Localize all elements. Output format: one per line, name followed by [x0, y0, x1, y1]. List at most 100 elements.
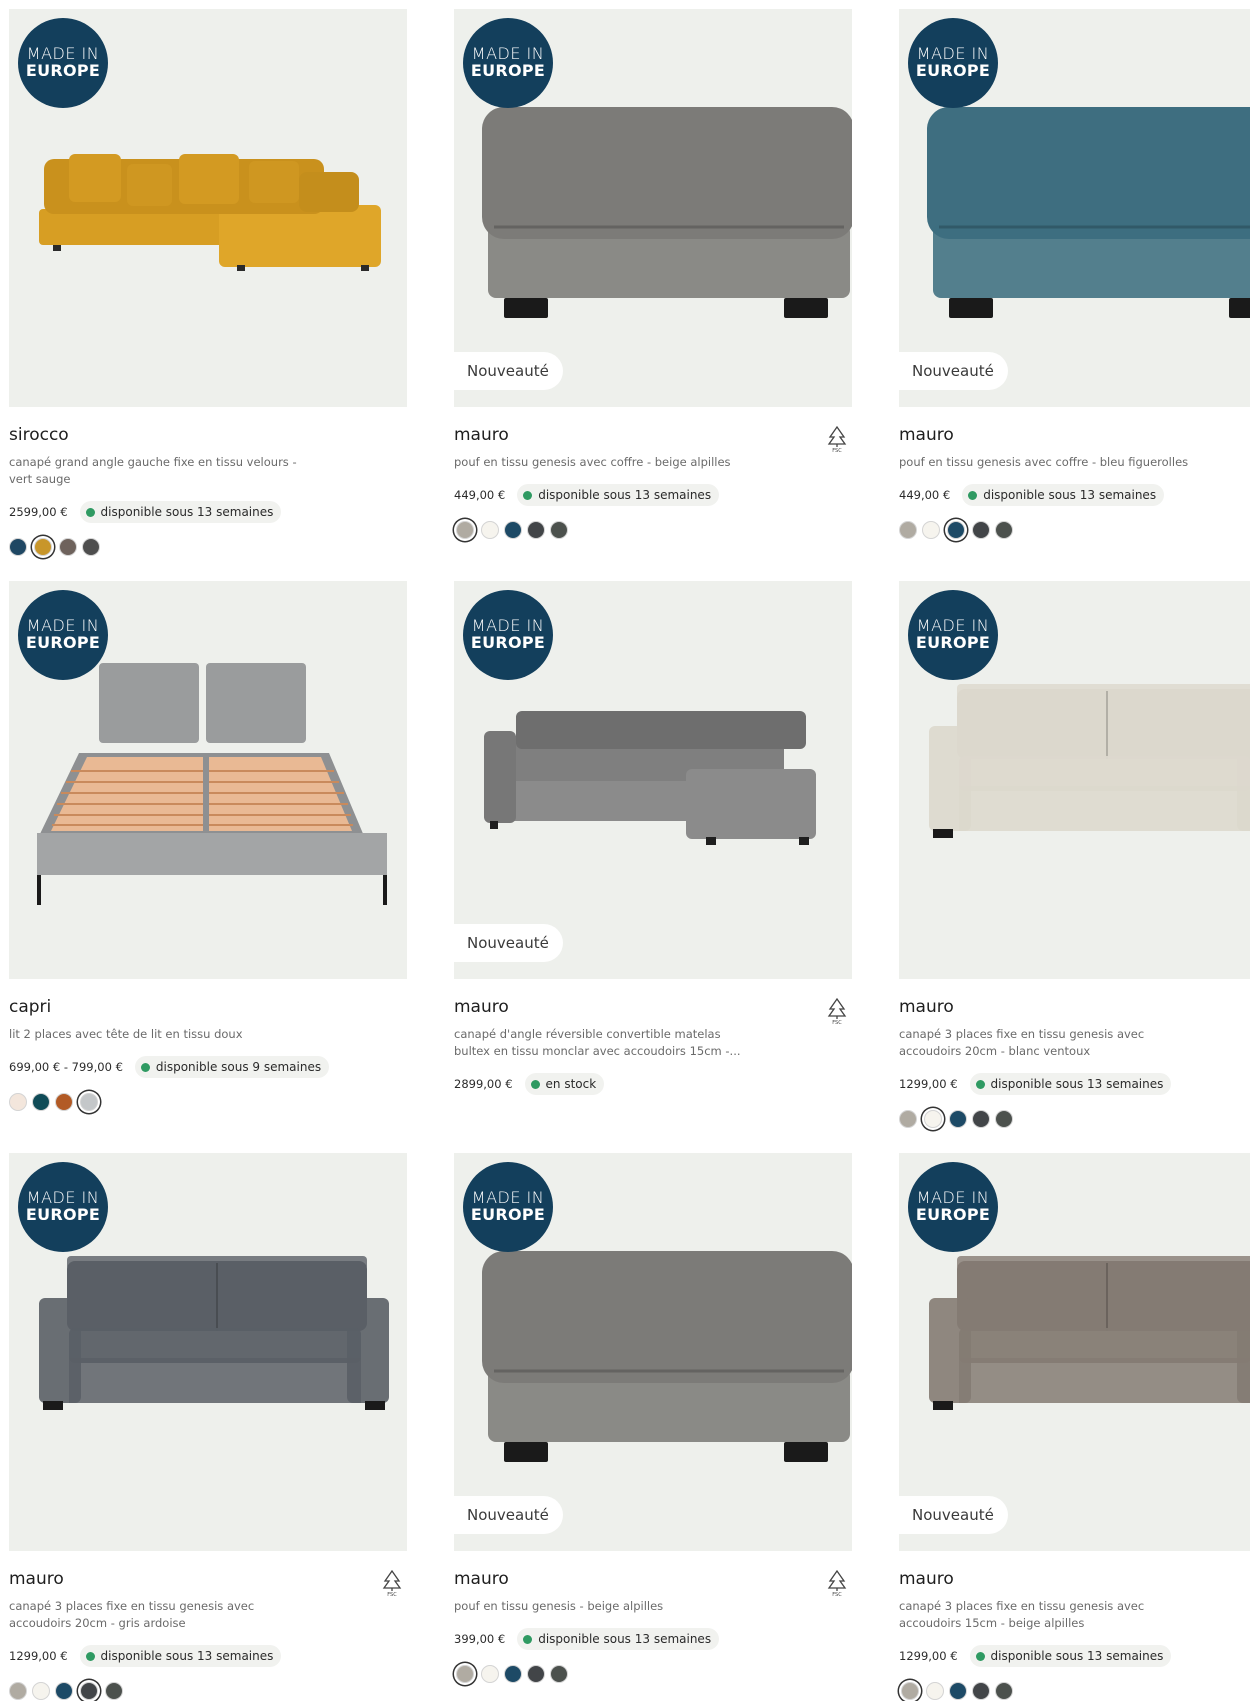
badge-line-2: EUROPE	[470, 633, 546, 652]
color-swatch[interactable]	[32, 1093, 50, 1111]
product-title[interactable]: mauro	[454, 1567, 852, 1591]
availability-badge: disponible sous 13 semaines	[517, 484, 720, 506]
color-swatches	[899, 1680, 1250, 1701]
color-swatch[interactable]	[949, 1682, 967, 1700]
product-card[interactable]: MADE IN EUROPE mauro FSC canapé 3 places…	[9, 1153, 407, 1701]
color-swatch[interactable]	[995, 1682, 1013, 1700]
product-title[interactable]: sirocco	[9, 423, 407, 447]
color-swatch[interactable]	[899, 521, 917, 539]
made-in-europe-badge: MADE IN EUROPE	[18, 18, 108, 108]
color-swatches	[454, 519, 852, 541]
product-title[interactable]: mauro	[899, 1567, 1250, 1591]
color-swatch[interactable]	[995, 521, 1013, 539]
color-swatch[interactable]	[9, 538, 27, 556]
color-swatch[interactable]	[947, 521, 965, 539]
color-swatch[interactable]	[80, 1093, 98, 1111]
color-swatch[interactable]	[550, 1665, 568, 1683]
color-swatch[interactable]	[527, 521, 545, 539]
product-image[interactable]: MADE IN EUROPE Nouveauté	[454, 581, 852, 979]
color-swatch[interactable]	[972, 1110, 990, 1128]
availability-badge: disponible sous 13 semaines	[79, 1645, 282, 1667]
product-image[interactable]: MADE IN EUROPE	[899, 581, 1250, 979]
made-in-europe-badge: MADE IN EUROPE	[908, 590, 998, 680]
product-title[interactable]: mauro	[454, 995, 852, 1019]
color-swatch[interactable]	[924, 1110, 942, 1128]
color-swatch[interactable]	[9, 1093, 27, 1111]
availability-dot	[975, 1651, 985, 1661]
color-swatch[interactable]	[949, 1110, 967, 1128]
availability-text: disponible sous 13 semaines	[538, 488, 712, 502]
color-swatch[interactable]	[972, 521, 990, 539]
color-swatch[interactable]	[481, 521, 499, 539]
color-swatch[interactable]	[34, 538, 52, 556]
availability-badge: disponible sous 13 semaines	[962, 484, 1165, 506]
badge-line-2: EUROPE	[915, 633, 991, 652]
color-swatch[interactable]	[550, 521, 568, 539]
product-title[interactable]: capri	[9, 995, 407, 1019]
badge-line-2: EUROPE	[470, 61, 546, 80]
product-card[interactable]: MADE IN EUROPE Nouveauté mauro FSC canap…	[454, 581, 852, 1095]
product-price: 2599,00 €	[9, 505, 68, 519]
color-swatch[interactable]	[922, 521, 940, 539]
product-card[interactable]: MADE IN EUROPE sirocco canapé grand angl…	[9, 9, 407, 558]
color-swatch[interactable]	[972, 1682, 990, 1700]
color-swatch[interactable]	[995, 1110, 1013, 1128]
made-in-europe-badge: MADE IN EUROPE	[18, 1162, 108, 1252]
availability-badge: disponible sous 9 semaines	[134, 1056, 330, 1078]
color-swatch[interactable]	[456, 521, 474, 539]
product-image[interactable]: MADE IN EUROPE Nouveauté	[899, 9, 1250, 407]
availability-dot	[523, 490, 533, 500]
product-card[interactable]: MADE IN EUROPE mauro canapé 3 places fix…	[899, 581, 1250, 1130]
made-in-europe-badge: MADE IN EUROPE	[18, 590, 108, 680]
color-swatch[interactable]	[926, 1682, 944, 1700]
product-image[interactable]: MADE IN EUROPE	[9, 1153, 407, 1551]
color-swatch[interactable]	[481, 1665, 499, 1683]
product-card[interactable]: MADE IN EUROPE Nouveauté mauro pouf en t…	[899, 9, 1250, 541]
product-card[interactable]: MADE IN EUROPE Nouveauté mauro FSC pouf …	[454, 1153, 852, 1685]
color-swatch[interactable]	[527, 1665, 545, 1683]
product-image[interactable]: MADE IN EUROPE	[9, 581, 407, 979]
color-swatch[interactable]	[504, 521, 522, 539]
product-image[interactable]: MADE IN EUROPE	[9, 9, 407, 407]
product-title[interactable]: mauro	[454, 423, 852, 447]
product-image[interactable]: MADE IN EUROPE Nouveauté	[899, 1153, 1250, 1551]
product-title[interactable]: mauro	[9, 1567, 407, 1591]
availability-text: en stock	[545, 1077, 597, 1091]
color-swatch[interactable]	[9, 1682, 27, 1700]
product-title[interactable]: mauro	[899, 423, 1250, 447]
color-swatch[interactable]	[80, 1682, 98, 1700]
color-swatch[interactable]	[82, 538, 100, 556]
product-image[interactable]: MADE IN EUROPE Nouveauté	[454, 1153, 852, 1551]
product-title[interactable]: mauro	[899, 995, 1250, 1019]
color-swatch[interactable]	[456, 1665, 474, 1683]
product-description: pouf en tissu genesis avec coffre - bleu…	[899, 455, 1189, 469]
product-description: canapé 3 places fixe en tissu genesis av…	[899, 1027, 1145, 1058]
availability-badge: disponible sous 13 semaines	[517, 1628, 720, 1650]
product-card[interactable]: MADE IN EUROPE capri lit 2 places avec t…	[9, 581, 407, 1113]
color-swatch[interactable]	[901, 1682, 919, 1700]
color-swatch[interactable]	[55, 1682, 73, 1700]
availability-badge: en stock	[524, 1073, 605, 1095]
new-badge: Nouveauté	[454, 1496, 563, 1534]
product-description: canapé d'angle réversible convertible ma…	[454, 1027, 741, 1058]
product-card[interactable]: MADE IN EUROPE Nouveauté mauro FSC pouf …	[454, 9, 852, 541]
availability-badge: disponible sous 13 semaines	[969, 1073, 1172, 1095]
new-badge: Nouveauté	[899, 352, 1008, 390]
availability-dot	[85, 507, 95, 517]
availability-badge: disponible sous 13 semaines	[79, 501, 282, 523]
availability-dot	[530, 1079, 540, 1089]
made-in-europe-badge: MADE IN EUROPE	[463, 590, 553, 680]
color-swatch[interactable]	[59, 538, 77, 556]
badge-line-2: EUROPE	[470, 1205, 546, 1224]
color-swatch[interactable]	[32, 1682, 50, 1700]
product-image[interactable]: MADE IN EUROPE Nouveauté	[454, 9, 852, 407]
color-swatches	[899, 1108, 1250, 1130]
color-swatch[interactable]	[105, 1682, 123, 1700]
color-swatch[interactable]	[55, 1093, 73, 1111]
color-swatch[interactable]	[504, 1665, 522, 1683]
new-badge: Nouveauté	[454, 352, 563, 390]
product-price: 1299,00 €	[899, 1077, 958, 1091]
availability-text: disponible sous 13 semaines	[100, 505, 274, 519]
product-card[interactable]: MADE IN EUROPE Nouveauté mauro canapé 3 …	[899, 1153, 1250, 1701]
color-swatch[interactable]	[899, 1110, 917, 1128]
